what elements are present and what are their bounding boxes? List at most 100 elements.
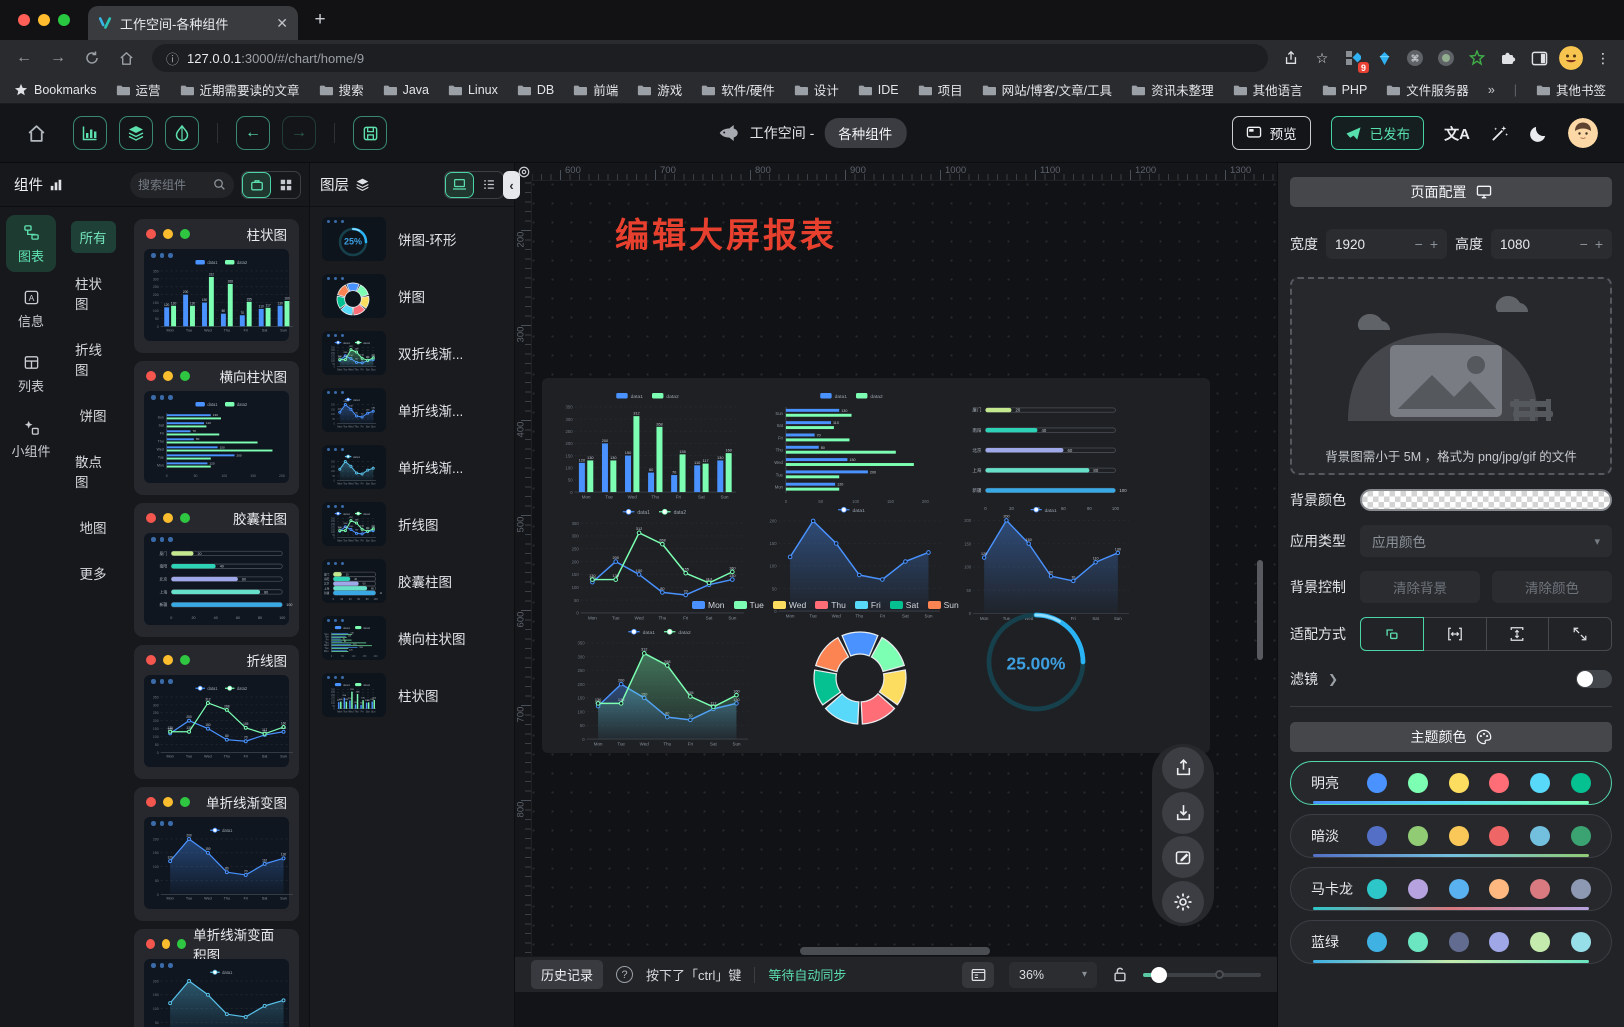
category-地图[interactable]: 地图	[71, 511, 116, 543]
adapt-width-button[interactable]	[1423, 617, 1487, 651]
clear-background-button[interactable]: 清除背景	[1360, 571, 1480, 603]
adapt-height-button[interactable]	[1486, 617, 1550, 651]
save-button[interactable]	[353, 116, 387, 150]
canvas-text-widget[interactable]: 编辑大屏报表	[615, 208, 837, 257]
project-name-badge[interactable]: 各种组件	[824, 118, 906, 148]
browser-tab[interactable]: 工作空间-各种组件 ✕	[88, 6, 298, 40]
browser-menu-icon[interactable]: ⋮	[1592, 48, 1614, 68]
adapt-full-button[interactable]	[1548, 617, 1612, 651]
new-tab-button[interactable]: +	[306, 6, 334, 34]
bookmark-folder[interactable]: 设计	[794, 80, 839, 99]
collapse-panel-button[interactable]: ‹	[503, 171, 520, 199]
category-柱状图[interactable]: 柱状图	[66, 267, 120, 319]
bookmark-folder[interactable]: 前端	[573, 80, 618, 99]
theme-color-dot[interactable]	[1408, 773, 1428, 793]
page-config-header[interactable]: 页面配置	[1290, 177, 1612, 207]
category-更多[interactable]: 更多	[71, 557, 116, 589]
tab-列表[interactable]: 列表	[6, 345, 56, 402]
bookmark-folder[interactable]: 近期需要读的文章	[180, 80, 300, 99]
theme-row-马卡龙[interactable]: 马卡龙	[1290, 867, 1612, 911]
bookmark-folder[interactable]: Linux	[448, 80, 498, 99]
zoom-slider[interactable]	[1143, 973, 1261, 977]
theme-row-蓝绿[interactable]: 蓝绿	[1290, 920, 1612, 964]
canvas-area[interactable]: 编辑大屏报表 data1data2050100150200250300350Mo…	[515, 163, 1277, 1027]
preview-button[interactable]: 预览	[1232, 116, 1311, 150]
category-折线图[interactable]: 折线图	[66, 333, 120, 385]
theme-color-dot[interactable]	[1489, 879, 1509, 899]
lock-icon[interactable]	[1112, 966, 1128, 983]
layer-item[interactable]: data1data2Sun130Sat110Fri70Thu80Wed150Tu…	[322, 616, 502, 660]
dashboard-chart-capsule[interactable]: 厦门20南阳40北京60上海80新疆100020406080100	[957, 394, 1135, 512]
theme-color-dot[interactable]	[1489, 932, 1509, 952]
theme-color-dot[interactable]	[1571, 932, 1591, 952]
component-grid-toggle[interactable]	[271, 172, 300, 198]
layer-item[interactable]: data1data2050100150200250300350MonTueWed…	[322, 331, 502, 375]
theme-color-dot[interactable]	[1449, 773, 1469, 793]
back-icon[interactable]: ←	[10, 44, 38, 72]
bookmark-folder[interactable]: 软件/硬件	[701, 80, 774, 99]
theme-color-dot[interactable]	[1530, 879, 1550, 899]
reload-icon[interactable]	[78, 44, 106, 72]
theme-row-明亮[interactable]: 明亮	[1290, 761, 1612, 805]
tab-小组件[interactable]: 小组件	[6, 410, 56, 467]
dashboard-chart-hbar2[interactable]: data1data2Sun130Sat110Fri70Thu80Wed150Tu…	[762, 390, 946, 505]
height-increase-button[interactable]: +	[1595, 237, 1603, 251]
component-card[interactable]: 柱状图data1data2050100150200250300350MonTue…	[134, 219, 299, 353]
import-button[interactable]	[1162, 792, 1204, 834]
layers-panel-toggle-button[interactable]	[119, 116, 153, 150]
tab-图表[interactable]: 图表	[6, 215, 56, 272]
pie-legend-item[interactable]: Tue	[734, 600, 764, 610]
bookmark-folder[interactable]: 网站/博客/文章/工具	[982, 80, 1112, 99]
charts-panel-toggle-button[interactable]	[73, 116, 107, 150]
height-input[interactable]	[1500, 237, 1544, 252]
dashboard-group[interactable]: data1data2050100150200250300350MonTueWed…	[542, 378, 1210, 753]
edit-button[interactable]	[1162, 836, 1204, 878]
zoom-window-button[interactable]	[58, 14, 70, 26]
bookmark-folder[interactable]: 项目	[918, 80, 963, 99]
zoom-select[interactable]: 36% ▾	[1009, 962, 1097, 988]
bookmarks-overflow[interactable]: »	[1488, 83, 1495, 97]
component-card[interactable]: 胶囊柱图厦门20南阳40北京60上海80新疆100020406080100	[134, 503, 299, 637]
component-card[interactable]: 折线图data1data2050100150200250300350MonTue…	[134, 645, 299, 779]
filter-toggle[interactable]	[1576, 670, 1612, 688]
command-extension-icon[interactable]: ⌘	[1404, 48, 1426, 68]
home-icon[interactable]	[112, 44, 140, 72]
category-散点图[interactable]: 散点图	[66, 445, 120, 497]
bookmark-folder[interactable]: 搜索	[319, 80, 364, 99]
theme-color-dot[interactable]	[1530, 932, 1550, 952]
bookmarks-root[interactable]: Bookmarks	[14, 83, 97, 97]
help-icon[interactable]: ?	[616, 966, 633, 983]
bookmark-folder[interactable]: 资讯未整理	[1131, 80, 1214, 99]
theme-color-dot[interactable]	[1449, 932, 1469, 952]
background-upload-dropzone[interactable]: 背景图需小于 5M ，格式为 png/jpg/gif 的文件	[1290, 277, 1612, 475]
category-所有[interactable]: 所有	[71, 221, 116, 253]
language-icon[interactable]: 文A	[1444, 123, 1470, 144]
user-avatar[interactable]	[1568, 118, 1598, 148]
dashboard-chart-donut[interactable]	[812, 630, 908, 726]
bookmark-folder[interactable]: PHP	[1322, 80, 1368, 99]
publish-button[interactable]: 已发布	[1331, 116, 1425, 150]
theme-color-dot[interactable]	[1571, 879, 1591, 899]
url-bar[interactable]: ⓘ 127.0.0.1:3000/#/chart/home/9	[152, 44, 1268, 72]
clear-color-button[interactable]: 清除颜色	[1492, 571, 1612, 603]
theme-color-dot[interactable]	[1408, 826, 1428, 846]
bookmark-folder[interactable]: DB	[517, 80, 554, 99]
theme-color-dot[interactable]	[1367, 826, 1387, 846]
layer-item[interactable]: data1data2050100150200250300350MonTueWed…	[322, 502, 502, 546]
bookmark-folder[interactable]: 运营	[116, 80, 161, 99]
side-panel-icon[interactable]	[1528, 48, 1550, 68]
bookmark-folder[interactable]: IDE	[858, 80, 899, 99]
vertical-scrollbar[interactable]	[1257, 560, 1263, 660]
theme-color-header[interactable]: 主题颜色	[1290, 722, 1612, 752]
bookmark-star-icon[interactable]: ☆	[1311, 48, 1333, 68]
chevron-right-icon[interactable]: ❯	[1328, 672, 1338, 686]
theme-color-dot[interactable]	[1530, 773, 1550, 793]
history-button[interactable]: 历史记录	[531, 960, 603, 989]
category-饼图[interactable]: 饼图	[71, 399, 116, 431]
pie-legend-item[interactable]: Thu	[815, 600, 846, 610]
details-panel-toggle-button[interactable]	[165, 116, 199, 150]
theme-row-暗淡[interactable]: 暗淡	[1290, 814, 1612, 858]
theme-color-dot[interactable]	[1367, 773, 1387, 793]
theme-color-dot[interactable]	[1367, 932, 1387, 952]
search-input[interactable]	[138, 178, 213, 192]
